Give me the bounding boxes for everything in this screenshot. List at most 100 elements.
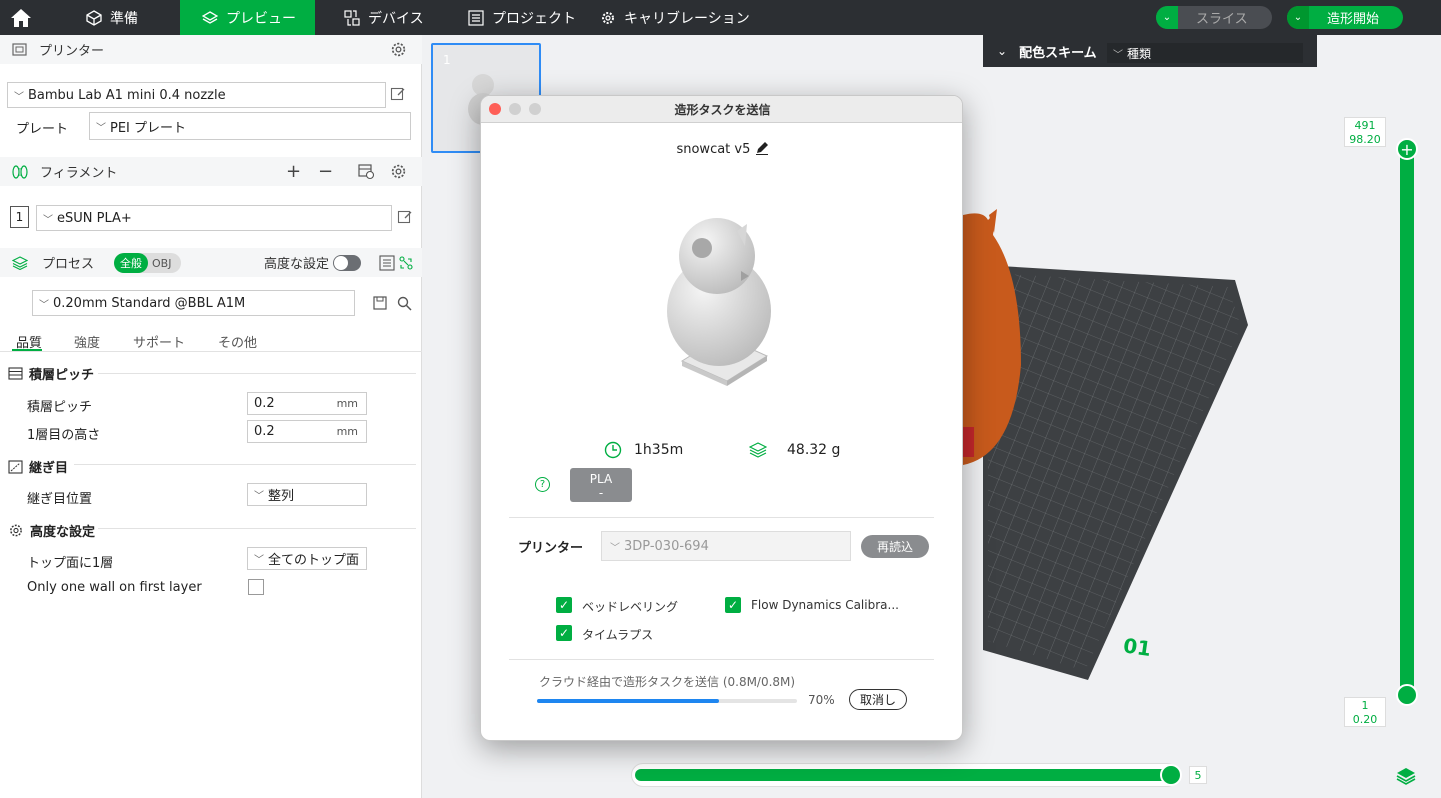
slice-dropdown[interactable]: ⌄ xyxy=(1156,6,1178,29)
print-dropdown[interactable]: ⌄ xyxy=(1287,6,1309,29)
group-divider xyxy=(98,373,416,374)
list-view-icon[interactable] xyxy=(379,254,395,271)
bottom-layer-height: 0.20 xyxy=(1352,713,1378,726)
advanced-switch[interactable] xyxy=(333,255,361,271)
layer-slider-bottom-handle[interactable] xyxy=(1396,684,1418,706)
group-seam: 継ぎ目 xyxy=(8,457,68,476)
first-layer-height-input[interactable]: 0.2 mm xyxy=(247,420,367,443)
remove-icon[interactable]: − xyxy=(318,161,333,182)
cancel-button[interactable]: 取消し xyxy=(849,689,907,710)
dialog-titlebar: 造形タスクを送信 xyxy=(481,96,962,123)
layers-icon xyxy=(202,10,218,24)
print-time: 1h35m xyxy=(634,442,684,458)
filament-mapping-chip[interactable]: PLA - xyxy=(570,468,632,502)
zoom-window-button[interactable] xyxy=(529,103,541,115)
only-one-wall-checkbox[interactable] xyxy=(248,579,264,595)
top-one-wall-select[interactable]: ﹀ 全てのトップ面 xyxy=(247,547,367,570)
filament-select[interactable]: ﹀ eSUN PLA+ xyxy=(36,205,392,231)
close-window-button[interactable] xyxy=(489,103,501,115)
process-scope-toggle[interactable]: 全般 OBJ xyxy=(114,253,181,273)
print-button[interactable]: ⌄ 造形開始 xyxy=(1287,6,1403,29)
help-icon[interactable]: ? xyxy=(535,477,550,492)
gear-icon[interactable] xyxy=(390,41,407,58)
home-icon xyxy=(11,8,31,27)
flow-calibration-label: Flow Dynamics Calibra... xyxy=(751,598,899,612)
progress-percent: 70% xyxy=(808,693,835,707)
layer-slider-top-handle[interactable]: + xyxy=(1396,138,1418,160)
bottom-layer-number: 1 xyxy=(1361,699,1369,712)
tab-calibration[interactable]: キャリブレーション xyxy=(600,0,760,35)
edit-icon[interactable] xyxy=(397,209,413,225)
filament-manage-icon[interactable] xyxy=(358,163,375,180)
home-button[interactable] xyxy=(0,0,42,35)
slice-button[interactable]: ⌄ スライス xyxy=(1156,6,1272,29)
process-profile-select[interactable]: ﹀ 0.20mm Standard @BBL A1M xyxy=(32,290,355,316)
printer-section-header: プリンター xyxy=(0,35,422,64)
timelapse-checkbox[interactable]: ✓ xyxy=(556,625,572,641)
tab-support[interactable]: サポート xyxy=(133,332,185,351)
tab-label: プロジェクト xyxy=(492,10,576,27)
filament-slot: - xyxy=(598,486,604,500)
printer-label: プリンター xyxy=(518,541,584,556)
send-print-dialog: 造形タスクを送信 snowcat v5 1h35m 48.32 g ? PLA … xyxy=(480,95,963,741)
process-section-header: プロセス 全般 OBJ 高度な設定 xyxy=(0,248,422,277)
process-profile-value: 0.20mm Standard @BBL A1M xyxy=(53,295,246,311)
layer-height-input[interactable]: 0.2 mm xyxy=(247,392,367,415)
cube-icon xyxy=(86,9,102,26)
edit-icon[interactable] xyxy=(390,86,406,102)
seam-position-value: 整列 xyxy=(268,489,295,504)
layer-height-label: 積層ピッチ xyxy=(27,400,93,415)
add-icon[interactable]: + xyxy=(286,161,301,182)
plate-select[interactable]: ﹀ PEI プレート xyxy=(89,112,411,140)
minimize-window-button[interactable] xyxy=(509,103,521,115)
tab-project[interactable]: プロジェクト xyxy=(468,0,588,35)
check-icon: ✓ xyxy=(558,626,570,640)
first-layer-height-label: 1層目の高さ xyxy=(27,428,101,443)
group-advanced: 高度な設定 xyxy=(8,521,95,540)
general-toggle[interactable]: 全般 xyxy=(114,253,148,273)
reload-button[interactable]: 再読込 xyxy=(861,535,929,558)
printer-value: 3DP-030-694 xyxy=(624,538,709,554)
plate-label: プレート xyxy=(16,122,69,137)
seam-position-select[interactable]: ﹀ 整列 xyxy=(247,483,367,506)
tab-others[interactable]: その他 xyxy=(218,332,257,351)
gear-icon[interactable] xyxy=(390,163,407,180)
chevron-down-icon: ﹀ xyxy=(39,299,49,311)
tab-prepare[interactable]: 準備 xyxy=(86,0,180,35)
layer-slider-track[interactable] xyxy=(1400,147,1414,695)
chevron-down-icon: ﹀ xyxy=(610,542,620,554)
compare-icon[interactable] xyxy=(399,255,413,270)
process-section-title: プロセス xyxy=(42,257,95,272)
tab-divider xyxy=(0,351,422,352)
group-layer-height: 積層ピッチ xyxy=(8,364,94,383)
dialog-title: 造形タスクを送信 xyxy=(674,102,771,117)
printer-select[interactable]: ﹀ Bambu Lab A1 mini 0.4 nozzle xyxy=(7,82,386,108)
obj-toggle[interactable]: OBJ xyxy=(152,257,171,270)
progress-bar-fill xyxy=(537,699,719,703)
move-slider-track[interactable] xyxy=(635,769,1175,781)
first-layer-height-value: 0.2 xyxy=(254,424,275,439)
tab-device[interactable]: デバイス xyxy=(344,0,444,35)
filament-slot-badge[interactable]: 1 xyxy=(10,206,29,228)
flow-calibration-checkbox[interactable]: ✓ xyxy=(725,597,741,613)
check-icon: ✓ xyxy=(727,598,739,612)
advanced-label: 高度な設定 xyxy=(264,257,330,272)
pencil-icon[interactable] xyxy=(755,141,769,155)
layers-stack-icon[interactable] xyxy=(1396,766,1416,786)
project-name-row: snowcat v5 xyxy=(481,141,962,157)
top-toolbar: 準備 プレビュー デバイス プロジェクト キャリブレーション ⌄ スライス ⌄ … xyxy=(0,0,1441,35)
move-slider-handle[interactable] xyxy=(1160,764,1182,786)
chevron-down-icon: ﹀ xyxy=(14,91,24,103)
bed-leveling-checkbox[interactable]: ✓ xyxy=(556,597,572,613)
filament-name: eSUN PLA+ xyxy=(57,210,132,226)
tab-preview[interactable]: プレビュー xyxy=(180,0,315,35)
layer-height-value: 0.2 xyxy=(254,396,275,411)
group-title-text: 継ぎ目 xyxy=(29,461,69,476)
search-icon[interactable] xyxy=(397,296,412,311)
tab-strength[interactable]: 強度 xyxy=(74,332,100,351)
save-icon[interactable] xyxy=(373,296,387,310)
printer-select[interactable]: ﹀ 3DP-030-694 xyxy=(601,531,851,561)
plate-number-label: 01 xyxy=(1122,633,1153,661)
device-icon xyxy=(344,9,360,26)
unit-label: mm xyxy=(336,425,358,438)
